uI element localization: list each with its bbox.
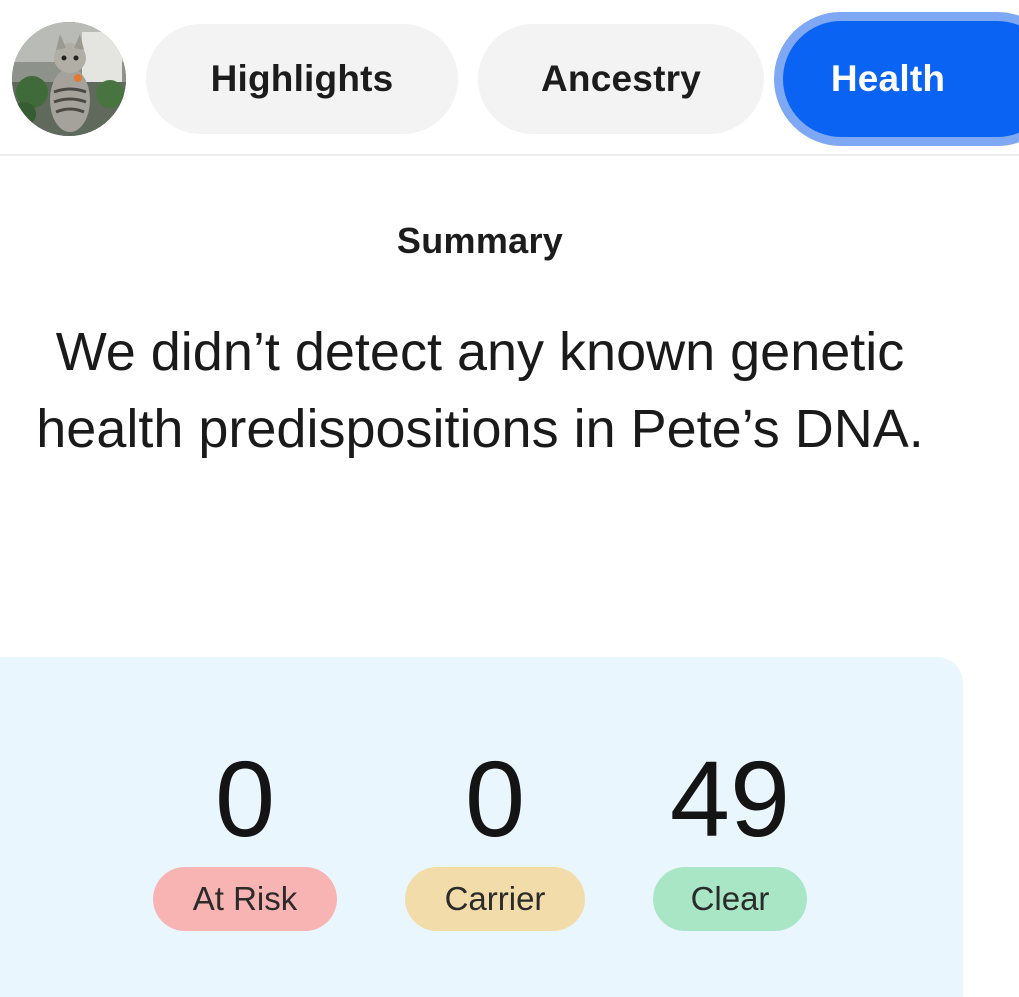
results-card: 0 At Risk 0 Carrier 49 Clear [0, 657, 963, 997]
tab-highlights[interactable]: Highlights [146, 24, 458, 134]
tab-health[interactable]: Health [774, 12, 1019, 146]
section-title: Summary [396, 220, 564, 261]
at-risk-count: 0 [214, 738, 276, 859]
tab-ancestry[interactable]: Ancestry [478, 24, 764, 134]
cat-photo-avatar [12, 22, 126, 136]
tab-ancestry-label: Ancestry [541, 58, 701, 99]
summary-headline: We didn’t detect any known genetic healt… [36, 322, 924, 459]
tab-highlights-label: Highlights [210, 58, 394, 99]
carrier-count: 0 [464, 738, 526, 859]
at-risk-badge: At Risk [153, 867, 337, 931]
top-tab-bar: Highlights Ancestry Health [0, 0, 1019, 156]
clear-count: 49 [669, 738, 791, 859]
carrier-badge: Carrier [405, 867, 585, 931]
pet-avatar[interactable] [12, 22, 126, 136]
tab-health-label: Health [830, 58, 946, 99]
clear-badge: Clear [653, 867, 807, 931]
